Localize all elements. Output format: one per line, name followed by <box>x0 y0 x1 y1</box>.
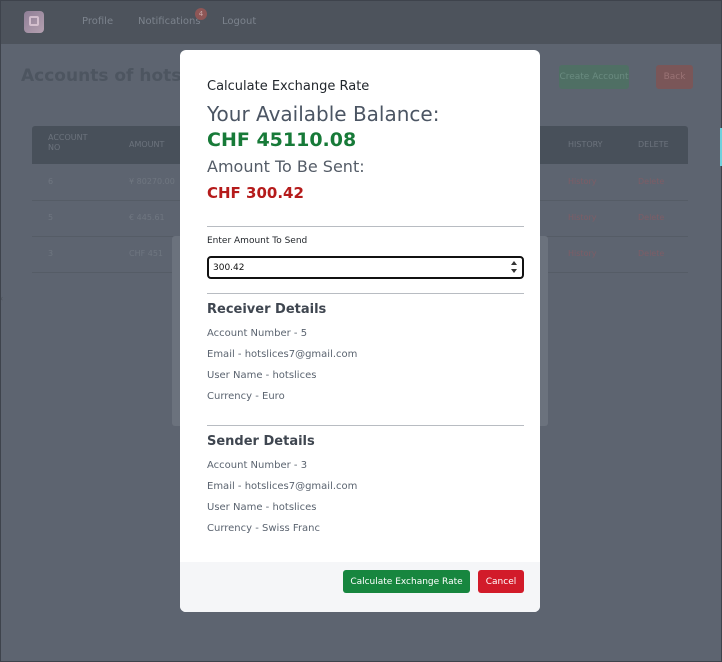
sender-details-title: Sender Details <box>207 434 315 449</box>
exchange-rate-modal: Calculate Exchange Rate Your Available B… <box>180 50 540 612</box>
amount-input-label: Enter Amount To Send <box>207 236 308 246</box>
amount-to-send-value: CHF 300.42 <box>207 184 304 202</box>
sender-user-name: User Name - hotslices <box>207 502 317 513</box>
divider <box>207 226 524 227</box>
account-no-cell: 5 <box>48 213 54 222</box>
history-link[interactable]: History <box>568 177 596 186</box>
column-header-history: HISTORY <box>568 140 603 149</box>
column-header-account-no: ACCOUNT NO <box>48 133 88 152</box>
receiver-details-title: Receiver Details <box>207 302 327 317</box>
divider <box>207 293 524 294</box>
cancel-button[interactable]: Cancel <box>478 570 524 593</box>
calculate-exchange-rate-button[interactable]: Calculate Exchange Rate <box>343 570 470 593</box>
stepper-down-icon[interactable] <box>511 269 517 273</box>
column-header-delete: DELETE <box>638 140 669 149</box>
delete-link[interactable]: Delete <box>638 213 664 222</box>
sender-email: Email - hotslices7@gmail.com <box>207 481 358 492</box>
delete-link[interactable]: Delete <box>638 177 664 186</box>
receiver-user-name: User Name - hotslices <box>207 370 317 381</box>
notification-count-badge: 4 <box>195 8 207 20</box>
nav-link-logout[interactable]: Logout <box>222 16 256 27</box>
modal-title: Calculate Exchange Rate <box>207 79 370 94</box>
number-stepper[interactable] <box>510 261 517 274</box>
account-no-cell: 6 <box>48 177 54 186</box>
amount-cell: € 445.61 <box>129 213 165 222</box>
amount-input[interactable] <box>207 256 524 279</box>
history-link[interactable]: History <box>568 213 596 222</box>
create-account-button[interactable]: Create Account <box>559 65 629 89</box>
delete-link[interactable]: Delete <box>638 249 664 258</box>
available-balance-label: Your Available Balance: <box>207 102 440 126</box>
chevron-left-icon: ‹ <box>0 294 4 303</box>
back-button[interactable]: Back <box>656 65 693 89</box>
column-header-amount: AMOUNT <box>129 140 165 149</box>
stepper-up-icon[interactable] <box>511 261 517 265</box>
navbar: Profile Notifications 4 Logout <box>0 0 722 44</box>
sender-currency: Currency - Swiss Franc <box>207 523 321 534</box>
receiver-currency: Currency - Euro <box>207 391 285 402</box>
amount-cell: ¥ 80270.00 <box>129 177 175 186</box>
receiver-account-number: Account Number - 5 <box>207 328 308 339</box>
nav-link-notifications[interactable]: Notifications <box>138 16 201 27</box>
amount-cell: CHF 451 <box>129 249 164 258</box>
nav-link-profile[interactable]: Profile <box>82 16 113 27</box>
sender-account-number: Account Number - 3 <box>207 460 308 471</box>
app-logo-icon[interactable] <box>24 11 44 33</box>
account-no-cell: 3 <box>48 249 54 258</box>
receiver-email: Email - hotslices7@gmail.com <box>207 349 358 360</box>
amount-to-send-label: Amount To Be Sent: <box>207 157 365 176</box>
history-link[interactable]: History <box>568 249 596 258</box>
available-balance-value: CHF 45110.08 <box>207 129 357 151</box>
divider <box>207 425 524 426</box>
